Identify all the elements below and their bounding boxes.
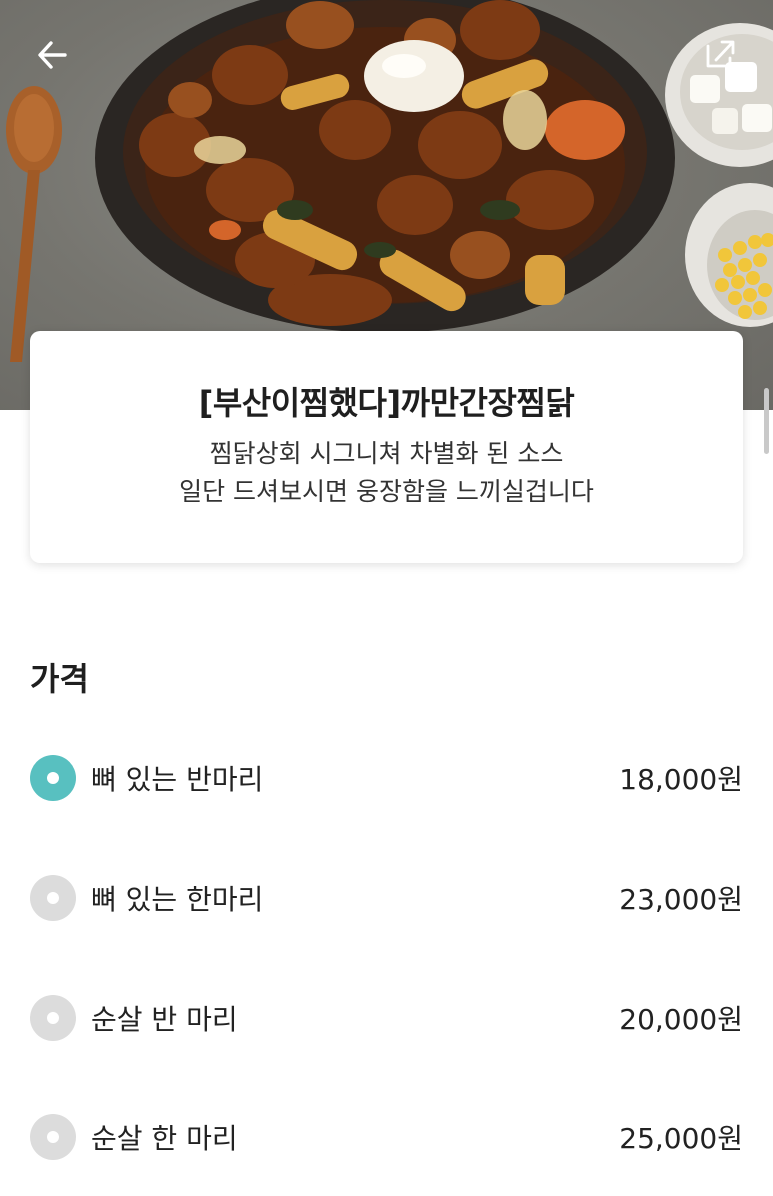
menu-description-line-1: 찜닭상회 시그니쳐 차별화 된 소스 <box>209 439 564 468</box>
price-option-boneless-half[interactable]: 순살 반 마리 20,000원 <box>30 988 743 1048</box>
price-heading: 가격 <box>30 660 89 698</box>
option-label: 순살 반 마리 <box>91 1003 238 1036</box>
price-option-boneless-whole[interactable]: 순살 한 마리 25,000원 <box>30 1107 743 1167</box>
option-price: 18,000원 <box>619 763 743 796</box>
radio-unselected-icon[interactable] <box>30 1114 76 1160</box>
option-label: 뼈 있는 한마리 <box>91 883 264 916</box>
option-price: 23,000원 <box>619 883 743 916</box>
option-label: 순살 한 마리 <box>91 1122 238 1155</box>
option-price: 25,000원 <box>619 1122 743 1155</box>
menu-description-line-2: 일단 드셔보시면 웅장함을 느끼실겁니다 <box>179 477 594 506</box>
option-price: 20,000원 <box>619 1003 743 1036</box>
arrow-left-icon <box>38 41 67 69</box>
external-share-icon <box>706 40 735 68</box>
side-dish-corn <box>685 183 773 327</box>
menu-info-card: [부산이찜했다]까만간장찜닭 찜닭상회 시그니쳐 차별화 된 소스 일단 드셔보… <box>30 331 743 563</box>
radio-unselected-icon[interactable] <box>30 875 76 921</box>
price-option-bone-whole[interactable]: 뼈 있는 한마리 23,000원 <box>30 868 743 928</box>
menu-title: [부산이찜했다]까만간장찜닭 <box>198 384 575 422</box>
share-button[interactable] <box>696 30 744 78</box>
price-option-bone-half[interactable]: 뼈 있는 반마리 18,000원 <box>30 748 743 808</box>
scrollbar[interactable] <box>764 388 769 454</box>
radio-selected-icon[interactable] <box>30 755 76 801</box>
back-button[interactable] <box>30 32 76 78</box>
spoon-illustration <box>6 86 62 362</box>
radio-unselected-icon[interactable] <box>30 995 76 1041</box>
menu-description: 찜닭상회 시그니쳐 차별화 된 소스 일단 드셔보시면 웅장함을 느끼실겁니다 <box>30 435 743 511</box>
option-label: 뼈 있는 반마리 <box>91 763 264 796</box>
